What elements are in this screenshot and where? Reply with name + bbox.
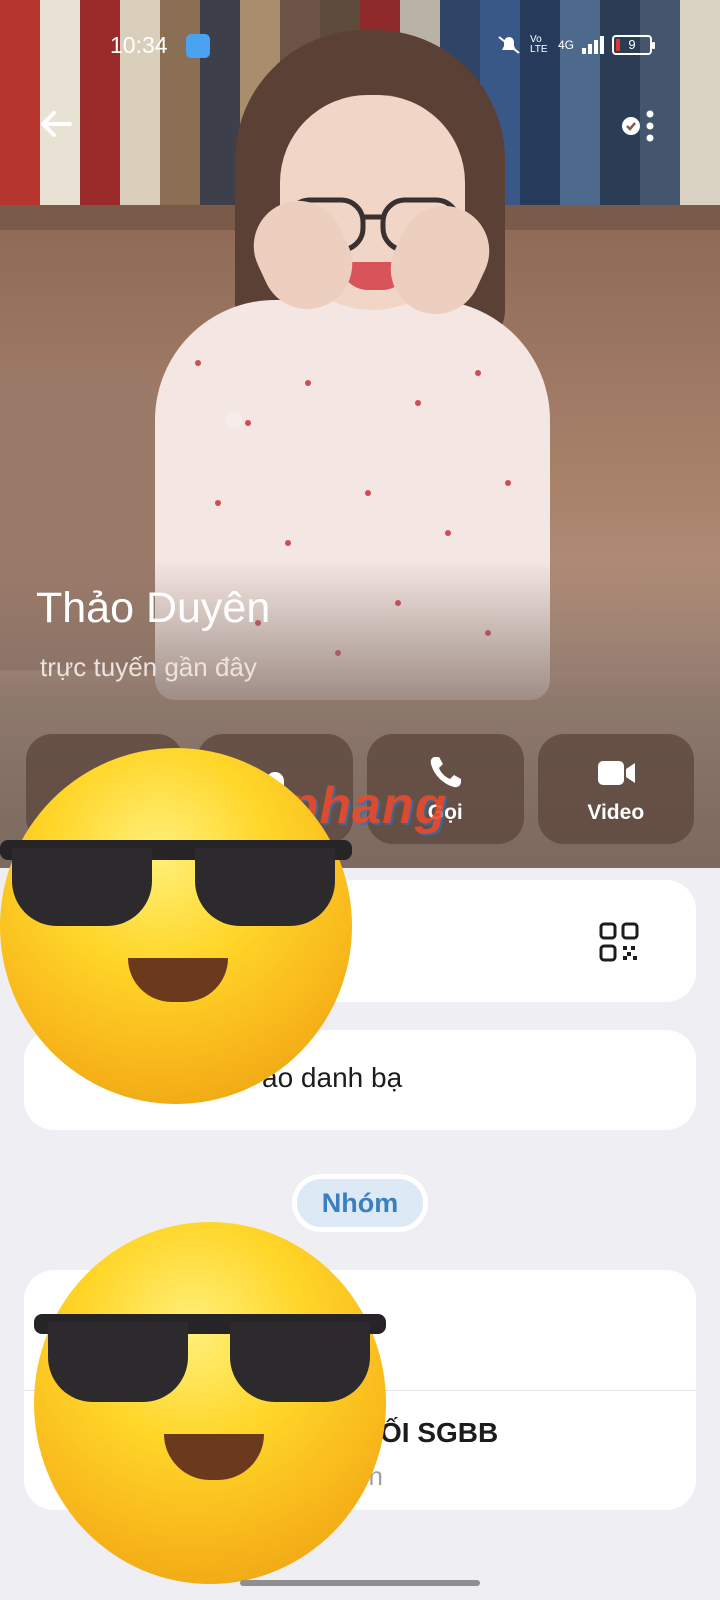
sunglasses-emoji-icon	[34, 1222, 386, 1584]
group-title: ỐI SGBB	[380, 1417, 499, 1448]
battery-level: 9	[628, 37, 636, 52]
home-indicator[interactable]	[240, 1580, 480, 1586]
profile-name: Thảo Duyên	[36, 584, 271, 632]
back-arrow-icon[interactable]	[36, 104, 76, 144]
video-button[interactable]: Video	[537, 734, 694, 844]
signal-icon	[582, 36, 604, 54]
volte-indicator: Vo LTE	[529, 34, 548, 55]
sunglasses-emoji-icon	[0, 748, 352, 1104]
network-type: 4G	[557, 38, 574, 52]
groups-section-label: Nhóm	[292, 1174, 428, 1232]
profile-presence: trực tuyến gần đây	[40, 652, 257, 682]
video-label: Video	[587, 801, 645, 824]
more-options-icon[interactable]	[620, 106, 660, 146]
mute-bell-icon	[498, 36, 520, 54]
status-icons: Vo LTE 4G 9	[496, 34, 655, 56]
notification-app-icon	[186, 34, 210, 58]
status-bar: 10:34 Vo LTE 4G 9	[0, 28, 720, 64]
status-time: 10:34	[110, 32, 168, 58]
battery-icon: 9	[612, 35, 655, 55]
video-icon	[597, 761, 635, 785]
qr-code-icon[interactable]	[599, 922, 639, 962]
